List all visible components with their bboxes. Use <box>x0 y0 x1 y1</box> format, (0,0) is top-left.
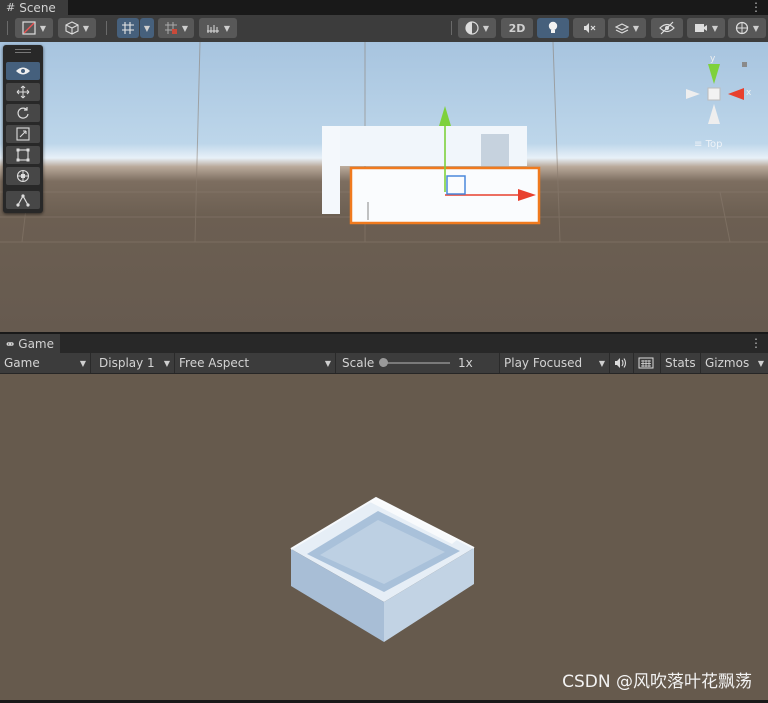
game-toolbar: Game ▼ Display 1 ▼ Free Aspect ▼ Scale 1x P… <box>0 353 768 374</box>
light-bulb-icon <box>548 21 558 33</box>
scale-slider-track[interactable] <box>382 362 450 364</box>
ruler-icon <box>206 25 219 33</box>
camera-icon <box>694 24 707 32</box>
keyboard-icon <box>638 357 654 369</box>
audio-muted-icon <box>584 23 596 33</box>
rect-tool-button[interactable] <box>6 146 40 164</box>
toolbar-separator <box>451 21 452 35</box>
orientation-gizmo[interactable]: y x ≡ Top <box>684 54 762 164</box>
speaker-icon <box>615 358 627 368</box>
custom-tool-button[interactable] <box>6 191 40 209</box>
eye-icon <box>16 67 30 75</box>
move-tool-button[interactable] <box>6 83 40 101</box>
game-tab[interactable]: Game <box>0 334 60 353</box>
2d-mode-button[interactable]: 2D <box>501 18 533 38</box>
draw-mode-dropdown[interactable]: ▼ <box>15 18 53 38</box>
gizmo-view-label: ≡ Top <box>694 139 722 150</box>
gizmos-label: Gizmos <box>705 356 750 370</box>
scene-toolbar: ▼ ▼ ▼ ▼ ▼ ▼ 2D ▼ ▼ ▼ <box>0 15 768 43</box>
chevron-down-icon: ▼ <box>598 358 605 368</box>
gizmo-view-text: Top <box>705 139 723 150</box>
scale-icon <box>16 127 30 141</box>
scene-more-options-icon[interactable]: ⋮ <box>750 1 762 13</box>
grid-icon <box>122 22 134 34</box>
stats-label: Stats <box>665 356 696 370</box>
scene-tab-label: Scene <box>19 0 56 15</box>
custom-tool-icon <box>16 194 30 207</box>
keyboard-shortcuts-button[interactable] <box>634 353 661 373</box>
aspect-ratio-dropdown-label: Free Aspect <box>179 356 250 370</box>
layers-icon <box>614 23 629 34</box>
toolbar-separator <box>106 21 107 35</box>
game-tab-bar: Game ⋮ <box>0 334 768 353</box>
chevron-down-icon: ▼ <box>163 358 170 368</box>
gizmo-x-label: x <box>746 88 752 98</box>
tools-overlay <box>3 45 43 213</box>
tools-drag-handle[interactable] <box>15 49 31 50</box>
snap-grid-icon <box>164 22 177 34</box>
scene-grid-icon: # <box>6 1 16 14</box>
gizmo-y-label: y <box>710 54 716 64</box>
game-tab-label: Game <box>18 336 54 351</box>
game-viewport[interactable] <box>0 374 768 700</box>
display-dropdown-label: Display 1 <box>99 356 155 370</box>
game-more-options-icon[interactable]: ⋮ <box>750 337 762 349</box>
increment-snap-dropdown[interactable]: ▼ <box>199 18 237 38</box>
scene-visibility-toggle[interactable] <box>651 18 683 38</box>
y-axis-arrow <box>439 106 451 126</box>
chevron-down-icon: ▼ <box>757 358 764 368</box>
transform-icon <box>16 169 30 183</box>
mute-audio-button[interactable] <box>610 353 634 373</box>
snap-dropdown[interactable]: ▼ <box>158 18 194 38</box>
draw-mode-icon <box>22 21 36 35</box>
scene-tab-bar: # Scene ⋮ <box>0 0 768 15</box>
scale-slider-thumb[interactable] <box>379 358 388 367</box>
stats-button[interactable]: Stats <box>661 353 701 373</box>
scale-label: Scale <box>342 356 375 370</box>
grid-dropdown-arrow[interactable]: ▼ <box>140 18 154 38</box>
chevron-down-icon: ▼ <box>324 358 331 368</box>
gizmos-dropdown-game[interactable]: Gizmos ▼ <box>701 353 768 373</box>
scale-tool-button[interactable] <box>6 125 40 143</box>
gizmo-icon <box>735 21 749 35</box>
move-arrows-icon <box>16 85 30 99</box>
rotate-tool-button[interactable] <box>6 104 40 122</box>
grid-toggle-button[interactable] <box>117 18 139 38</box>
scene-viewport[interactable]: y x ≡ Top <box>0 42 768 332</box>
display-dropdown[interactable]: Display 1 ▼ <box>91 353 175 373</box>
box-left-wall <box>322 126 340 214</box>
hidden-eye-icon <box>659 21 675 35</box>
sphere-icon <box>465 21 479 35</box>
play-mode-dropdown-label: Play Focused <box>504 356 583 370</box>
toolbar-grip <box>7 21 8 35</box>
lighting-toggle-button[interactable] <box>537 18 569 38</box>
transform-tool-button[interactable] <box>6 167 40 185</box>
box-inner-shadow <box>481 134 509 166</box>
chevron-down-icon: ▼ <box>79 358 86 368</box>
camera-dropdown[interactable]: ▼ <box>687 18 725 38</box>
scale-value: 1x <box>458 356 473 370</box>
shading-mode-dropdown[interactable]: ▼ <box>58 18 96 38</box>
game-render <box>290 496 475 642</box>
view-menu-icon: ≡ <box>694 139 703 150</box>
audio-toggle-button[interactable] <box>573 18 605 38</box>
scene-tab[interactable]: # Scene <box>0 0 68 15</box>
scale-control: Scale 1x <box>336 353 500 373</box>
render-mode-dropdown[interactable]: ▼ <box>458 18 496 38</box>
game-view-dropdown-label: Game <box>4 356 40 370</box>
view-tool-button[interactable] <box>6 62 40 80</box>
rotate-icon <box>17 107 29 119</box>
effects-dropdown[interactable]: ▼ <box>608 18 646 38</box>
cube-icon <box>65 21 79 35</box>
scene-content <box>0 42 768 243</box>
aspect-ratio-dropdown[interactable]: Free Aspect ▼ <box>175 353 336 373</box>
game-view-dropdown[interactable]: Game ▼ <box>0 353 91 373</box>
watermark-text: CSDN @风吹落叶花飘荡 <box>562 672 752 692</box>
gizmos-dropdown[interactable]: ▼ <box>728 18 766 38</box>
gamepad-icon <box>6 341 14 346</box>
play-mode-dropdown[interactable]: Play Focused ▼ <box>500 353 610 373</box>
rect-transform-icon <box>16 148 30 162</box>
